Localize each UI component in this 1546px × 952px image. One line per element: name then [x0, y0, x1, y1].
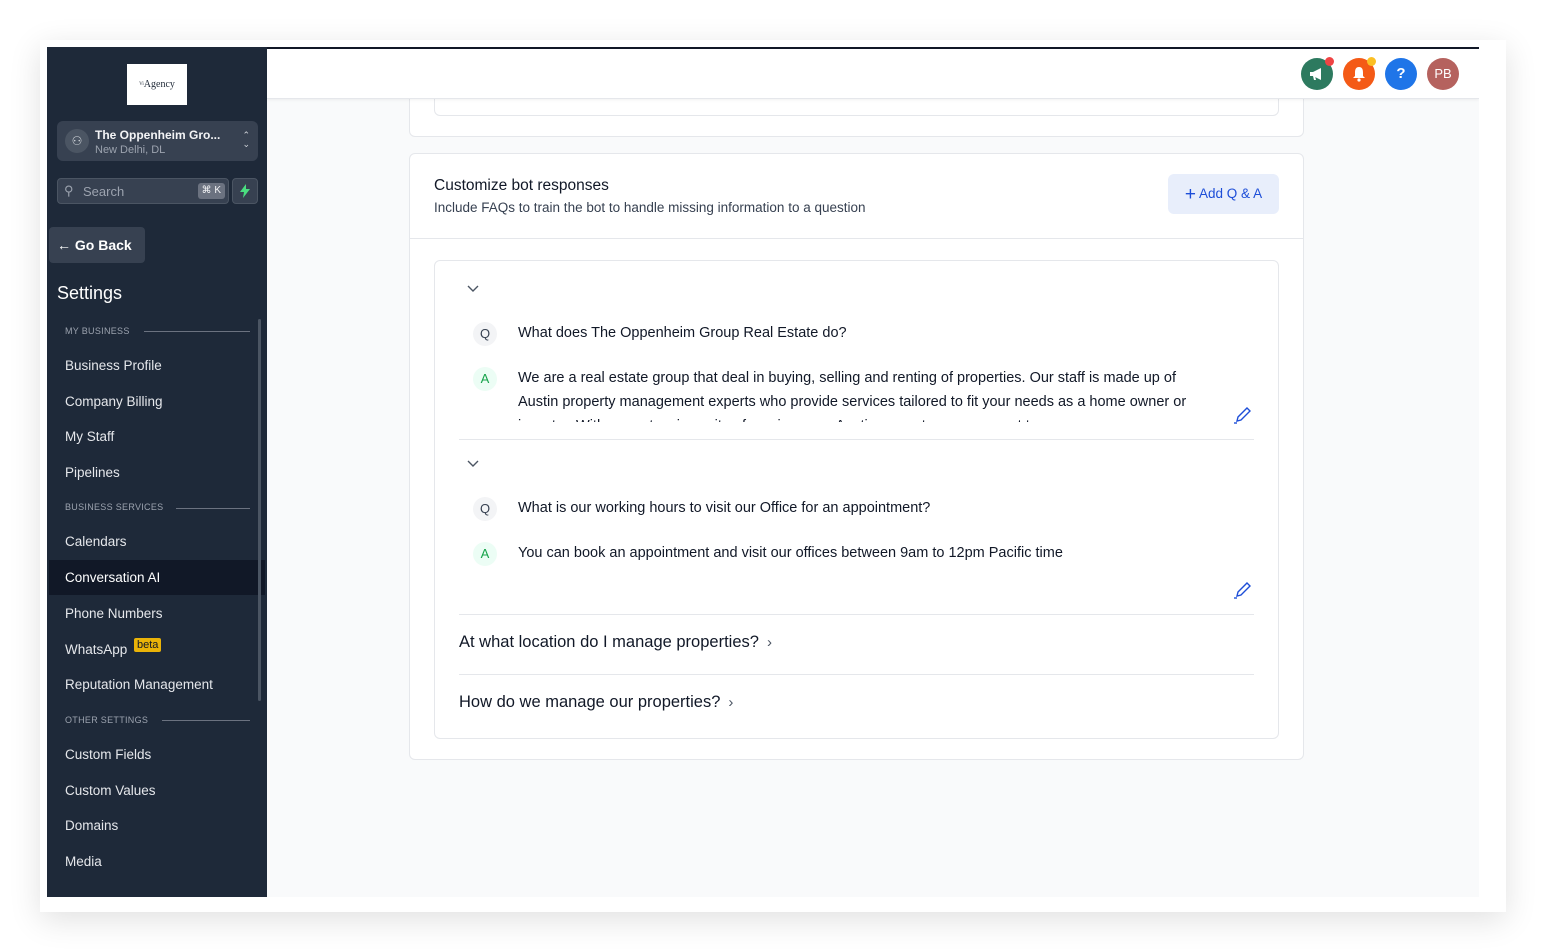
- megaphone-icon[interactable]: [1301, 57, 1334, 90]
- faq-divider: [459, 439, 1254, 440]
- add-qa-button[interactable]: + Add Q & A: [1168, 174, 1279, 214]
- location-icon: ⚇: [65, 129, 89, 153]
- search-icon: ⚲: [64, 183, 74, 198]
- sidebar-item-business-profile[interactable]: Business Profile: [49, 348, 265, 383]
- chevron-down-icon[interactable]: [467, 460, 479, 468]
- help-icon[interactable]: ?: [1385, 58, 1417, 90]
- agency-logo[interactable]: Vi Agency: [127, 64, 187, 105]
- faq-question: What does The Oppenheim Group Real Estat…: [518, 325, 847, 341]
- faq-divider: [459, 614, 1254, 615]
- chevron-right-icon: ›: [766, 634, 772, 651]
- search-shortcut: ⌘ K: [197, 183, 225, 199]
- card-title: Customize bot responses: [434, 177, 609, 194]
- sidebar-item-custom-fields[interactable]: Custom Fields: [49, 737, 265, 772]
- settings-title: Settings: [57, 283, 123, 303]
- megaphone-glyph: [1310, 68, 1321, 80]
- bell-glyph: [1353, 67, 1365, 82]
- search-input[interactable]: ⚲ Search ⌘ K: [57, 178, 229, 204]
- faq-collapsed-question: How do we manage our properties?: [459, 693, 721, 711]
- sidebar-item-phone-numbers[interactable]: Phone Numbers: [49, 596, 265, 631]
- faq-divider: [459, 674, 1254, 675]
- sidebar-item-domains[interactable]: Domains: [49, 808, 265, 843]
- sidebar: Vi Agency ⚇ The Oppenheim Gro... New Delh…: [47, 47, 267, 897]
- sidebar-item-conversation-ai[interactable]: Conversation AI: [49, 560, 265, 595]
- answer-badge: A: [473, 542, 497, 566]
- add-qa-label: Add Q & A: [1199, 186, 1263, 201]
- question-badge: Q: [473, 497, 497, 521]
- card-subtitle: Include FAQs to train the bot to handle …: [434, 200, 866, 215]
- section-divider: [162, 720, 250, 721]
- user-avatar[interactable]: PB: [1427, 58, 1459, 90]
- top-header: ? PB: [267, 47, 1479, 99]
- sidebar-item-whatsapp[interactable]: WhatsApp beta: [49, 632, 265, 667]
- edit-pencil-icon[interactable]: [1233, 406, 1253, 424]
- chevron-updown-icon: ⌃ ⌄: [242, 130, 250, 149]
- arrow-left-icon: ←: [57, 237, 71, 253]
- location-name: The Oppenheim Gro...: [95, 128, 221, 142]
- sidebar-item-company-billing[interactable]: Company Billing: [49, 384, 265, 419]
- location-switcher[interactable]: ⚇ The Oppenheim Gro... New Delhi, DL ⌃ ⌄: [57, 121, 258, 161]
- sidebar-item-calendars[interactable]: Calendars: [49, 524, 265, 559]
- bell-icon[interactable]: [1343, 57, 1376, 90]
- chevron-down-icon[interactable]: [467, 285, 479, 293]
- logo-text: Agency: [143, 79, 175, 90]
- app-window: Vi Agency ⚇ The Oppenheim Gro... New Delh…: [47, 47, 1479, 897]
- faq-collapsed-question: At what location do I manage properties?: [459, 633, 759, 651]
- search-placeholder: Search: [83, 184, 125, 199]
- beta-badge: beta: [134, 638, 162, 652]
- section-divider: [144, 331, 250, 332]
- notification-dot: [1367, 57, 1376, 66]
- faq-collapsed-item[interactable]: How do we manage our properties? ›: [459, 693, 733, 712]
- sidebar-item-custom-values[interactable]: Custom Values: [49, 773, 265, 808]
- card-divider: [410, 238, 1303, 239]
- faq-answer: We are a real estate group that deal in …: [518, 370, 1187, 422]
- edit-pencil-icon[interactable]: [1233, 581, 1253, 599]
- sidebar-scrollbar[interactable]: [258, 319, 261, 701]
- faq-answer: You can book an appointment and visit ou…: [518, 545, 1063, 561]
- sidebar-item-reputation-management[interactable]: Reputation Management: [49, 667, 265, 702]
- question-badge: Q: [473, 322, 497, 346]
- sidebar-item-media[interactable]: Media: [49, 844, 265, 879]
- faq-question: What is our working hours to visit our O…: [518, 500, 931, 516]
- chevron-right-icon: ›: [728, 694, 734, 711]
- sidebar-item-pipelines[interactable]: Pipelines: [49, 455, 265, 490]
- go-back-label: Go Back: [74, 237, 132, 253]
- section-other-settings: OTHER SETTINGS: [65, 715, 149, 725]
- section-business-services: BUSINESS SERVICES: [65, 502, 164, 512]
- notification-dot: [1325, 57, 1334, 66]
- lightning-bolt-icon[interactable]: [232, 178, 258, 204]
- location-sub: New Delhi, DL: [95, 144, 166, 156]
- bot-responses-card: Customize bot responses Include FAQs to …: [409, 153, 1304, 760]
- section-divider: [176, 508, 250, 509]
- sidebar-item-my-staff[interactable]: My Staff: [49, 419, 265, 454]
- answer-badge: A: [473, 367, 497, 391]
- bolt-glyph: [240, 184, 250, 198]
- plus-icon: +: [1184, 184, 1197, 205]
- section-my-business: MY BUSINESS: [65, 326, 130, 336]
- faq-collapsed-item[interactable]: At what location do I manage properties?…: [459, 633, 772, 652]
- go-back-button[interactable]: ← Go Back: [49, 227, 145, 263]
- whatsapp-label: WhatsApp: [65, 642, 128, 657]
- faq-list: Q What does The Oppenheim Group Real Est…: [434, 260, 1279, 739]
